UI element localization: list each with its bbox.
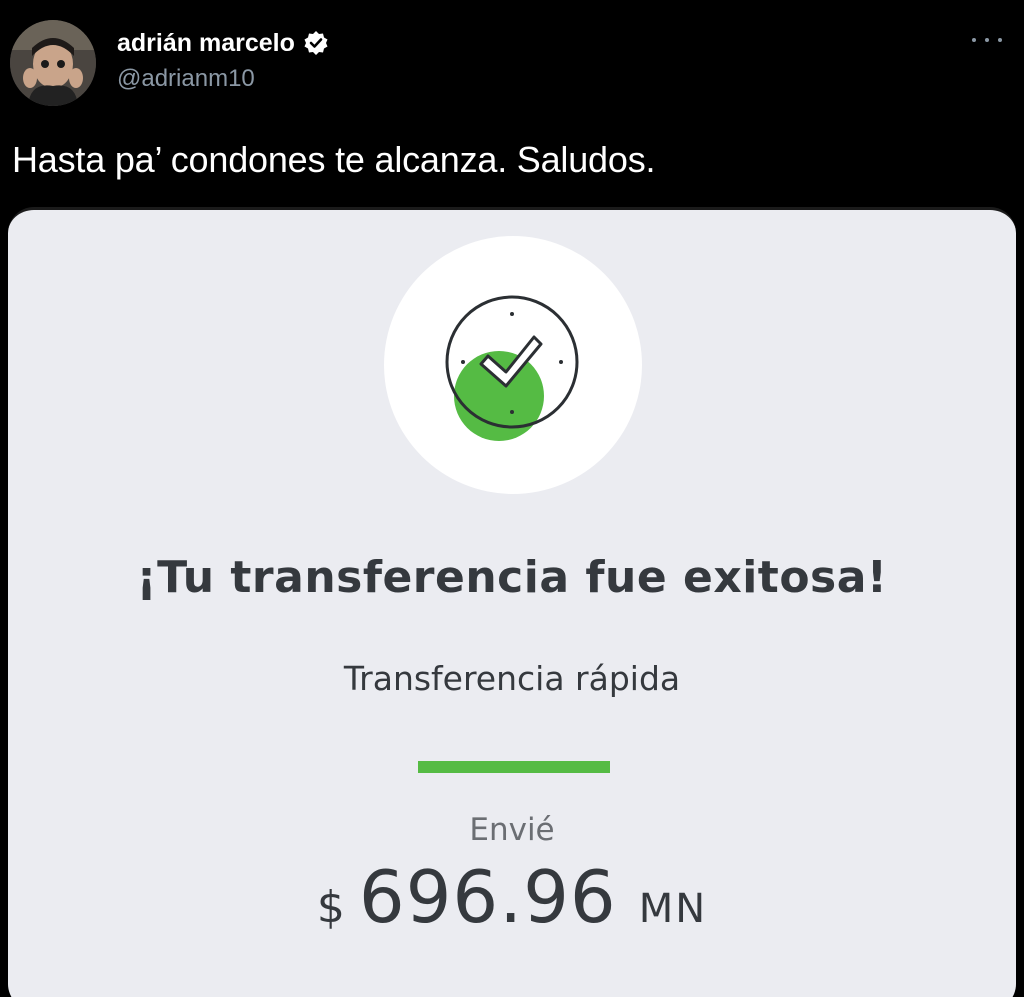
name-row: adrián marcelo <box>117 27 329 59</box>
check-badge <box>384 236 642 494</box>
currency-symbol: $ <box>316 882 345 933</box>
verified-badge-icon <box>303 30 329 56</box>
amount-value: 696.96 <box>358 855 617 939</box>
display-name[interactable]: adrián marcelo <box>117 27 295 59</box>
tweet: adrián marcelo @adrianm10 Hasta pa’ cond… <box>0 0 1024 997</box>
sent-label: Envié <box>469 812 555 848</box>
profile-photo-icon <box>10 20 96 106</box>
transfer-type-label: Transferencia rápida <box>343 659 681 698</box>
tweet-text: Hasta pa’ condones te alcanza. Saludos. <box>12 139 656 180</box>
check-circle-icon <box>445 295 579 441</box>
more-options-icon[interactable] <box>972 34 1002 46</box>
success-title: ¡Tu transferencia fue exitosa! <box>136 552 888 603</box>
handle[interactable]: @adrianm10 <box>117 63 329 95</box>
accent-divider <box>418 761 610 773</box>
avatar[interactable] <box>10 20 96 106</box>
tweet-media-image[interactable]: ¡Tu transferencia fue exitosa! Transfere… <box>8 207 1016 997</box>
author-block: adrián marcelo @adrianm10 <box>117 27 329 95</box>
currency-code: MN <box>638 886 708 932</box>
amount-row: $ 696.96 MN <box>8 855 1016 939</box>
